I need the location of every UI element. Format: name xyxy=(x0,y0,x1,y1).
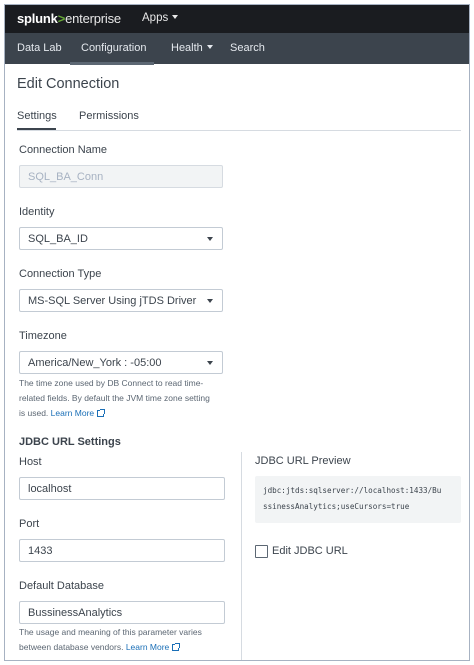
nav-item-data-lab[interactable]: Data Lab xyxy=(17,42,62,54)
port-label: Port xyxy=(19,518,40,530)
identity-select-value: SQL_BA_ID xyxy=(28,233,88,245)
default-database-help-line: The usage and meaning of this parameter … xyxy=(19,627,202,637)
tabs-divider xyxy=(17,130,461,131)
port-input[interactable]: 1433 xyxy=(19,539,225,562)
jdbc-section-title: JDBC URL Settings xyxy=(19,436,121,448)
connection-name-label: Connection Name xyxy=(19,144,108,156)
external-link-icon xyxy=(172,643,181,651)
timezone-learn-more-link[interactable]: Learn More xyxy=(51,408,94,418)
default-database-label: Default Database xyxy=(19,580,104,592)
host-input[interactable]: localhost xyxy=(19,477,225,500)
timezone-help-prefix: is used. xyxy=(19,408,51,418)
caret-down-icon xyxy=(207,237,213,241)
caret-down-icon xyxy=(207,361,213,365)
default-database-help-text: The usage and meaning of this parameter … xyxy=(19,625,202,655)
nav-item-configuration[interactable]: Configuration xyxy=(81,42,146,54)
edit-jdbc-url-checkbox[interactable] xyxy=(255,545,268,558)
splunk-logo[interactable]: splunk>enterprise xyxy=(17,11,121,26)
app-nav-bar: Data Lab Configuration Health Search xyxy=(5,33,469,64)
jdbc-url-preview: jdbc:jtds:sqlserver://localhost:1433/Bu s… xyxy=(255,476,461,523)
connection-type-label: Connection Type xyxy=(19,268,102,280)
chevron-down-icon xyxy=(206,45,213,49)
nav-item-search[interactable]: Search xyxy=(230,42,265,54)
timezone-select[interactable]: America/New_York : -05:00 xyxy=(19,351,223,374)
caret-down-icon xyxy=(207,299,213,303)
chevron-down-icon xyxy=(172,15,179,19)
nav-item-health-label: Health xyxy=(171,42,203,54)
connection-name-input[interactable]: SQL_BA_Conn xyxy=(19,165,223,188)
apps-menu-label: Apps xyxy=(142,12,169,24)
external-link-icon xyxy=(97,409,106,417)
nav-active-indicator xyxy=(70,62,154,65)
timezone-label: Timezone xyxy=(19,330,67,342)
tab-settings[interactable]: Settings xyxy=(17,110,57,122)
timezone-help-text: The time zone used by DB Connect to read… xyxy=(19,376,210,421)
apps-menu[interactable]: Apps xyxy=(142,12,179,24)
timezone-help-line: related fields. By default the JVM time … xyxy=(19,393,210,403)
identity-label: Identity xyxy=(19,206,55,218)
default-database-input[interactable]: BussinessAnalytics xyxy=(19,601,225,624)
tab-permissions[interactable]: Permissions xyxy=(79,110,139,122)
page-title: Edit Connection xyxy=(17,76,120,92)
jdbc-url-preview-label: JDBC URL Preview xyxy=(255,455,351,467)
connection-type-select-value: MS-SQL Server Using jTDS Driver xyxy=(28,295,197,307)
identity-select[interactable]: SQL_BA_ID xyxy=(19,227,223,250)
connection-type-select[interactable]: MS-SQL Server Using jTDS Driver xyxy=(19,289,223,312)
default-database-learn-more-link[interactable]: Learn More xyxy=(126,642,169,652)
default-database-help-line: between database vendors. Learn More xyxy=(19,640,202,655)
default-database-help-prefix: between database vendors. xyxy=(19,642,126,652)
jdbc-url-preview-line: ssinessAnalytics;useCursors=true xyxy=(263,502,410,511)
top-bar: splunk>enterprise Apps xyxy=(5,5,469,33)
nav-item-health[interactable]: Health xyxy=(171,42,213,54)
column-divider xyxy=(241,452,242,660)
app-window: splunk>enterprise Apps Data Lab Configur… xyxy=(4,4,470,661)
timezone-help-line: The time zone used by DB Connect to read… xyxy=(19,378,204,388)
edit-jdbc-url-label[interactable]: Edit JDBC URL xyxy=(272,545,348,557)
jdbc-url-preview-line: jdbc:jtds:sqlserver://localhost:1433/Bu xyxy=(263,486,442,495)
timezone-help-line: is used. Learn More xyxy=(19,406,210,421)
timezone-select-value: America/New_York : -05:00 xyxy=(28,357,162,369)
host-label: Host xyxy=(19,456,42,468)
